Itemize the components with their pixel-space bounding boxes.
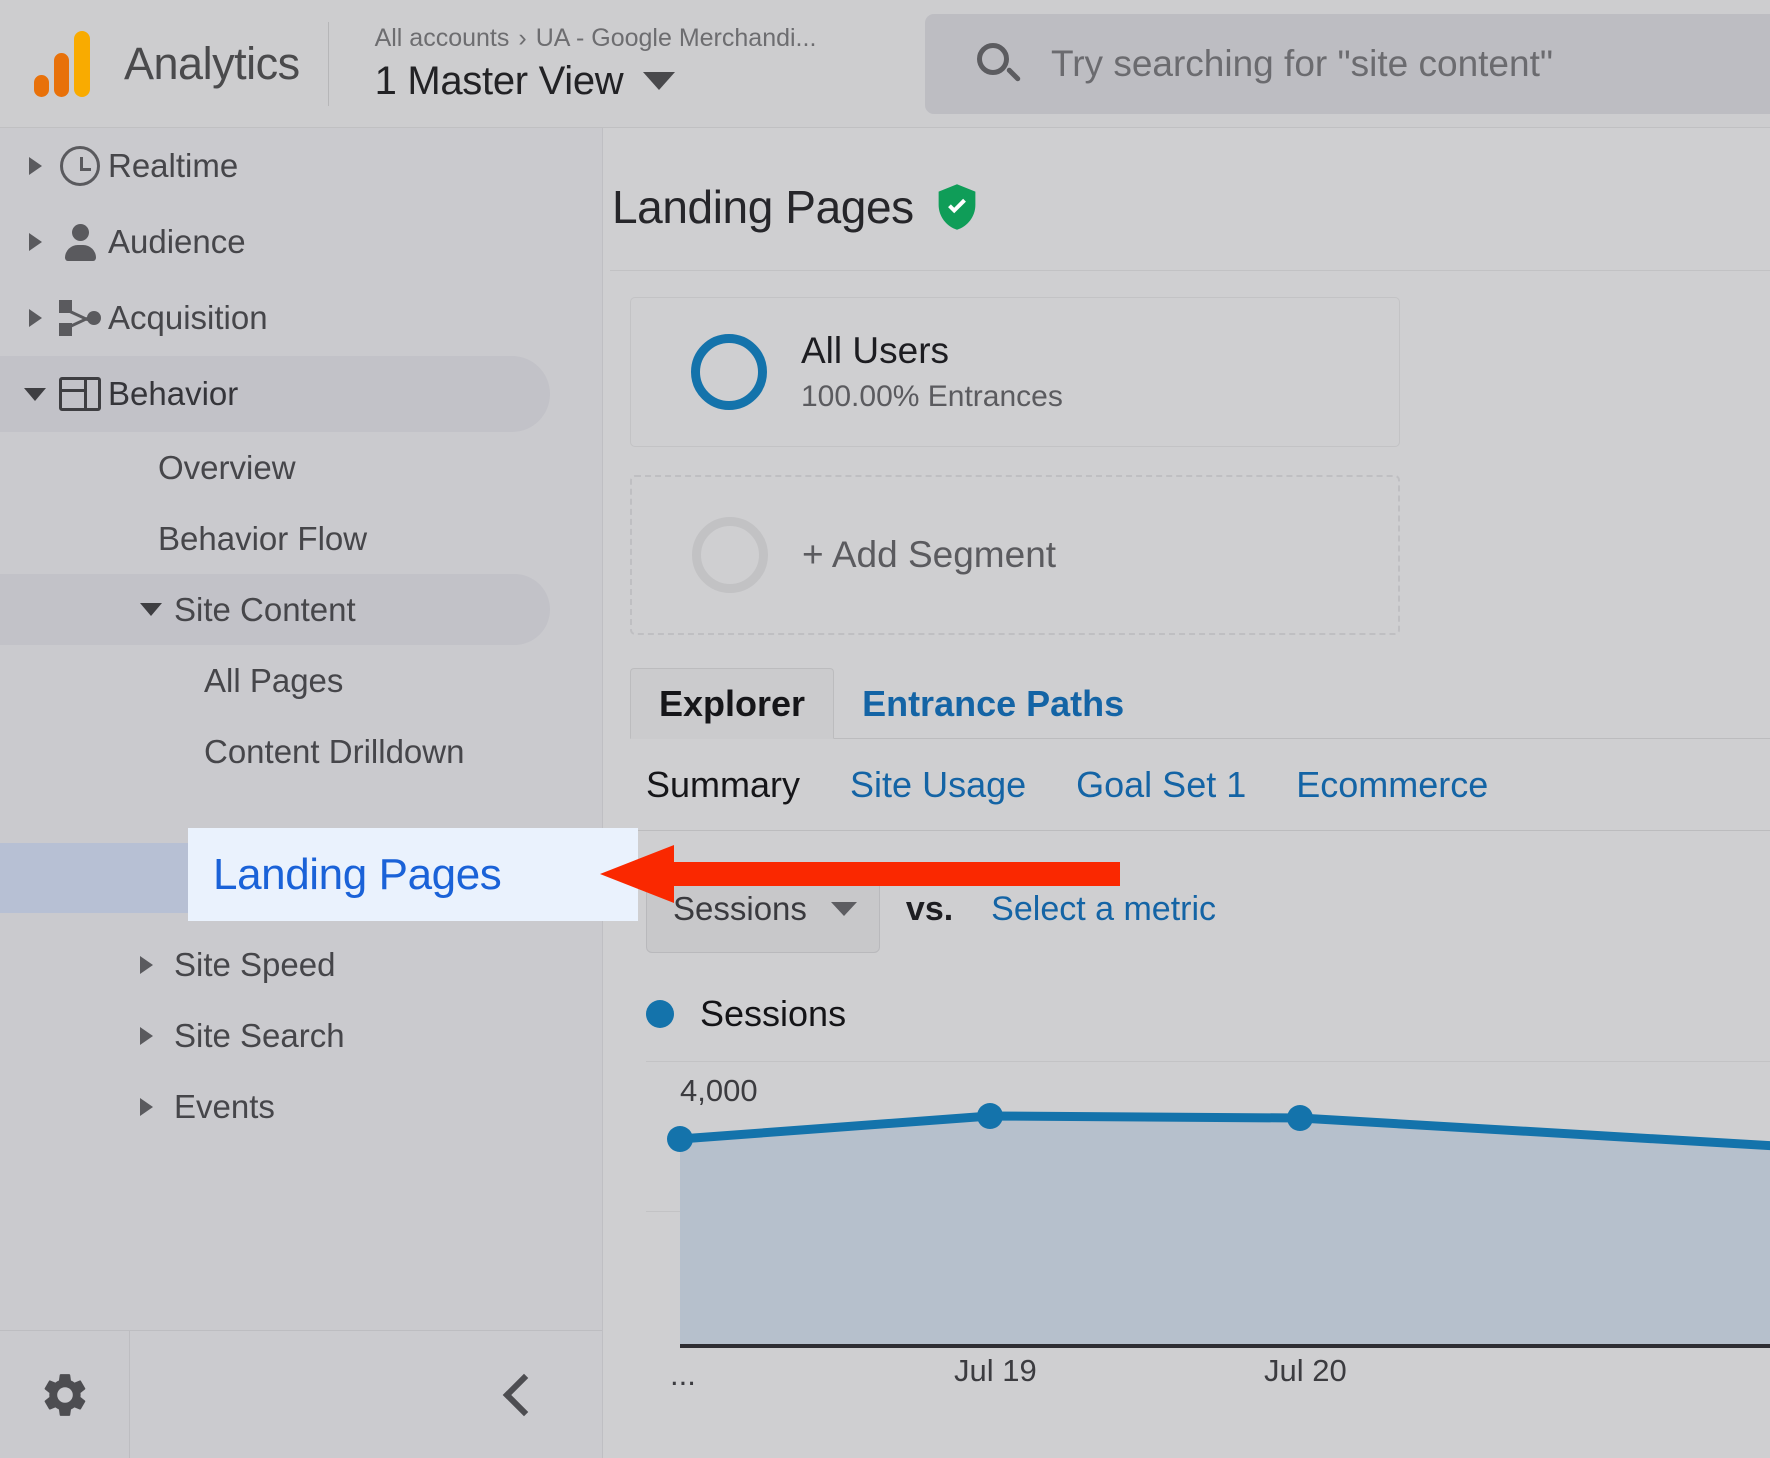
- breadcrumb-property[interactable]: UA - Google Merchandi...: [536, 24, 817, 52]
- sessions-trend-chart[interactable]: 4,000 2,000 ... Jul 19 Jul 20: [646, 1061, 1770, 1381]
- page-header: Landing Pages: [604, 128, 1770, 234]
- triangle-right-icon[interactable]: [18, 309, 52, 327]
- tab-entrance-paths[interactable]: Entrance Paths: [834, 669, 1152, 738]
- chart-legend: Sessions: [646, 993, 1770, 1035]
- segment-detail: 100.00% Entrances: [801, 380, 1063, 414]
- sidebar-nav: Realtime Audience Acquisition Behavior: [0, 128, 602, 1198]
- chart-plot-area: [646, 1061, 1770, 1381]
- triangle-down-icon[interactable]: [18, 388, 52, 401]
- triangle-right-icon[interactable]: [18, 233, 52, 251]
- segment-card-all-users[interactable]: All Users 100.00% Entrances: [630, 297, 1400, 447]
- sidebar-item-all-pages[interactable]: All Pages: [0, 645, 602, 716]
- account-selector[interactable]: All accounts › UA - Google Merchandi... 1 …: [375, 23, 817, 103]
- x-axis-tick-jul-20: Jul 20: [1264, 1353, 1347, 1389]
- sidebar-item-behavior[interactable]: Behavior: [0, 356, 550, 432]
- empty-ring-icon: [692, 517, 768, 593]
- sidebar-item-label: Site Search: [174, 1017, 345, 1055]
- legend-series-label: Sessions: [700, 993, 846, 1035]
- view-selector[interactable]: 1 Master View: [375, 59, 817, 104]
- sidebar-item-label: Overview: [158, 449, 296, 487]
- top-divider: [328, 22, 329, 106]
- breadcrumb-account[interactable]: All accounts: [375, 24, 510, 52]
- segment-name: All Users: [801, 330, 1063, 373]
- sidebar-item-label: Site Content: [174, 591, 356, 629]
- sidebar-item-label: Behavior: [108, 375, 238, 413]
- breadcrumb: All accounts › UA - Google Merchandi...: [375, 23, 817, 54]
- settings-button[interactable]: [0, 1331, 130, 1458]
- sidebar-item-content-drilldown[interactable]: Content Drilldown: [0, 716, 602, 787]
- report-tabs: Explorer Entrance Paths: [630, 669, 1770, 739]
- report-panel: All Users 100.00% Entrances + Add Segmen…: [610, 270, 1770, 1381]
- red-arrow-annotation: [600, 843, 1120, 905]
- sidebar-item-label: Behavior Flow: [158, 520, 367, 558]
- brand-name: Analytics: [124, 38, 300, 90]
- analytics-app-window: Analytics All accounts › UA - Google Merch…: [0, 0, 1770, 1458]
- view-name: 1 Master View: [375, 59, 624, 104]
- tab-explorer[interactable]: Explorer: [630, 668, 834, 739]
- behavior-icon: [52, 377, 108, 411]
- add-segment-label: + Add Segment: [802, 534, 1056, 576]
- add-segment-button[interactable]: + Add Segment: [630, 475, 1400, 635]
- triangle-right-icon[interactable]: [140, 956, 174, 974]
- person-icon: [52, 222, 108, 262]
- triangle-right-icon[interactable]: [18, 157, 52, 175]
- segment-ring-icon: [691, 334, 767, 410]
- triangle-right-icon[interactable]: [140, 1027, 174, 1045]
- sidebar-item-label: Realtime: [108, 147, 238, 185]
- chevron-down-icon: [643, 72, 675, 90]
- sidebar: Realtime Audience Acquisition Behavior: [0, 128, 603, 1458]
- main-content: Landing Pages All Users 100.00% Entrance…: [604, 128, 1770, 1458]
- segment-text: All Users 100.00% Entrances: [801, 330, 1063, 414]
- subtab-goal-set-1[interactable]: Goal Set 1: [1076, 764, 1246, 806]
- acquisition-icon: [52, 298, 108, 338]
- analytics-bars-logo-icon: [34, 31, 96, 97]
- search-input[interactable]: Try searching for "site content": [925, 14, 1770, 114]
- sidebar-item-behavior-flow[interactable]: Behavior Flow: [0, 503, 602, 574]
- landing-pages-callout-highlight[interactable]: Landing Pages: [188, 828, 638, 921]
- collapse-sidebar-button[interactable]: [130, 1331, 603, 1458]
- chevron-left-icon: [503, 1373, 545, 1415]
- sidebar-item-label: All Pages: [204, 662, 343, 700]
- sidebar-item-site-speed[interactable]: Site Speed: [0, 929, 602, 1000]
- sidebar-item-label: Events: [174, 1088, 275, 1126]
- sidebar-item-audience[interactable]: Audience: [0, 204, 602, 280]
- sidebar-item-label: Acquisition: [108, 299, 268, 337]
- sidebar-item-label: Content Drilldown: [204, 733, 464, 771]
- triangle-right-icon[interactable]: [140, 1098, 174, 1116]
- search-placeholder: Try searching for "site content": [1051, 43, 1553, 85]
- brand-block[interactable]: Analytics: [0, 31, 300, 97]
- clock-icon: [52, 146, 108, 186]
- sidebar-item-acquisition[interactable]: Acquisition: [0, 280, 602, 356]
- page-title: Landing Pages: [612, 180, 914, 234]
- top-bar: Analytics All accounts › UA - Google Merch…: [0, 0, 1770, 128]
- subtab-ecommerce[interactable]: Ecommerce: [1296, 764, 1488, 806]
- report-subtabs: Summary Site Usage Goal Set 1 Ecommerce: [630, 739, 1770, 831]
- search-icon: [975, 41, 1021, 87]
- landing-pages-callout-label: Landing Pages: [213, 850, 501, 900]
- sidebar-footer: [0, 1330, 603, 1458]
- legend-dot-icon: [646, 1000, 674, 1028]
- triangle-down-icon[interactable]: [140, 603, 174, 616]
- sidebar-item-site-search[interactable]: Site Search: [0, 1000, 602, 1071]
- subtab-summary[interactable]: Summary: [646, 764, 800, 806]
- subtab-site-usage[interactable]: Site Usage: [850, 764, 1026, 806]
- x-axis-tick-0: ...: [670, 1357, 696, 1393]
- sidebar-item-label: Audience: [108, 223, 246, 261]
- gear-icon: [39, 1369, 91, 1421]
- breadcrumb-separator: ›: [518, 24, 526, 52]
- sidebar-item-site-content[interactable]: Site Content: [0, 574, 550, 645]
- sidebar-item-label: Site Speed: [174, 946, 335, 984]
- sidebar-item-events[interactable]: Events: [0, 1071, 602, 1142]
- sidebar-item-realtime[interactable]: Realtime: [0, 128, 602, 204]
- sidebar-item-overview[interactable]: Overview: [0, 432, 602, 503]
- x-axis-tick-jul-19: Jul 19: [954, 1353, 1037, 1389]
- green-shield-check-icon: [936, 184, 978, 230]
